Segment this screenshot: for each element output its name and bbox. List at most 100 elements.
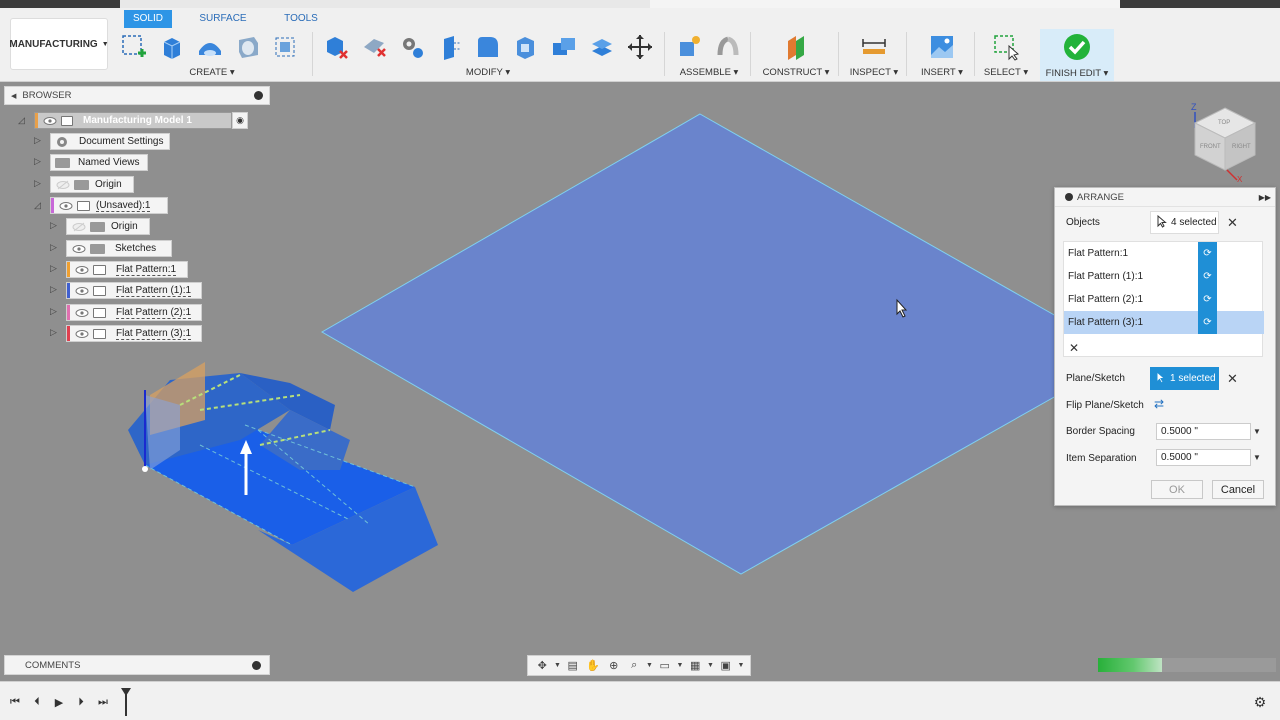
combine-icon[interactable] bbox=[548, 32, 579, 62]
construct-menu[interactable]: CONSTRUCT ▾ bbox=[758, 67, 834, 78]
eye-icon[interactable] bbox=[59, 201, 73, 211]
viewcube[interactable]: Z TOP FRONT RIGHT X bbox=[1185, 98, 1260, 184]
comments-panel[interactable]: COMMENTS bbox=[4, 655, 270, 675]
clear-objects-icon[interactable]: ✕ bbox=[1227, 216, 1238, 229]
objects-selector[interactable]: 4 selected bbox=[1150, 211, 1219, 234]
add-comment-icon[interactable] bbox=[252, 661, 261, 670]
eye-icon[interactable] bbox=[72, 244, 86, 254]
chevron-down-icon[interactable]: ▼ bbox=[738, 658, 745, 673]
display-settings-icon[interactable]: ▭ bbox=[657, 658, 674, 673]
expand-triangle-icon[interactable]: ▷ bbox=[50, 263, 57, 274]
go-to-start-icon[interactable]: ⏮ bbox=[9, 696, 21, 708]
eye-hidden-icon[interactable] bbox=[72, 222, 86, 232]
timeline-marker-head[interactable] bbox=[121, 688, 131, 696]
eye-icon[interactable] bbox=[75, 265, 89, 275]
rotate-icon[interactable]: ⟳ bbox=[1198, 242, 1217, 265]
delete-face-icon[interactable] bbox=[320, 32, 351, 62]
document-tab[interactable] bbox=[120, 0, 650, 8]
ok-button[interactable]: OK bbox=[1151, 480, 1203, 499]
activate-radio-icon[interactable]: ◉ bbox=[232, 112, 248, 129]
create-sketch-icon[interactable] bbox=[118, 32, 149, 62]
go-to-end-icon[interactable]: ⏭ bbox=[97, 696, 109, 708]
expand-triangle-icon[interactable]: ▷ bbox=[34, 178, 41, 189]
browser-header[interactable]: ◀ BROWSER bbox=[4, 86, 270, 105]
object-row[interactable]: Flat Pattern:1 ⟳ bbox=[1064, 242, 1264, 265]
params-icon[interactable] bbox=[396, 32, 427, 62]
cancel-button[interactable]: Cancel bbox=[1212, 480, 1264, 499]
step-forward-icon[interactable]: ⏵ bbox=[75, 696, 87, 708]
expand-triangle-icon[interactable]: ▷ bbox=[50, 242, 57, 253]
plane-sketch-selector[interactable]: 1 selected bbox=[1150, 367, 1219, 390]
expand-dialog-icon[interactable]: ▶▶ bbox=[1259, 193, 1271, 202]
flip-icon[interactable]: ⇄ bbox=[1154, 397, 1168, 413]
rotate-icon[interactable]: ⟳ bbox=[1198, 265, 1217, 288]
eye-icon[interactable] bbox=[75, 329, 89, 339]
create-menu[interactable]: CREATE ▾ bbox=[118, 67, 306, 78]
play-icon[interactable]: ▶ bbox=[53, 696, 65, 709]
finish-edit-button[interactable]: FINISH EDIT ▾ bbox=[1040, 29, 1114, 81]
orbit-icon[interactable]: ✥ bbox=[534, 658, 551, 673]
step-back-icon[interactable]: ⏴ bbox=[31, 696, 43, 708]
fit-icon[interactable]: ⌕ bbox=[626, 658, 643, 673]
expand-triangle-icon[interactable]: ▷ bbox=[50, 306, 57, 317]
chevron-down-icon[interactable]: ▼ bbox=[1253, 427, 1261, 436]
chevron-down-icon[interactable]: ▼ bbox=[1253, 453, 1261, 462]
loft-icon[interactable] bbox=[270, 32, 301, 62]
collapse-triangle-icon[interactable]: ◿ bbox=[18, 115, 25, 126]
eye-icon[interactable] bbox=[75, 308, 89, 318]
clear-plane-icon[interactable]: ✕ bbox=[1227, 372, 1238, 385]
scale-icon[interactable] bbox=[586, 32, 617, 62]
joint-icon[interactable] bbox=[713, 32, 744, 62]
expand-triangle-icon[interactable]: ▷ bbox=[34, 135, 41, 146]
pan-icon[interactable]: ✋ bbox=[585, 658, 602, 673]
arrange-plane[interactable] bbox=[320, 113, 1057, 575]
offset-plane-icon[interactable] bbox=[781, 32, 812, 62]
select-menu[interactable]: SELECT ▾ bbox=[978, 67, 1034, 78]
revolve-icon[interactable] bbox=[194, 32, 225, 62]
expand-triangle-icon[interactable]: ▷ bbox=[50, 284, 57, 295]
flat-patterns[interactable] bbox=[128, 362, 438, 592]
tab-surface[interactable]: SURFACE bbox=[196, 10, 250, 28]
collapse-icon[interactable]: ◀ bbox=[11, 92, 16, 100]
chevron-down-icon[interactable]: ▼ bbox=[554, 658, 561, 673]
shell-icon[interactable] bbox=[434, 32, 465, 62]
chevron-down-icon[interactable]: ▼ bbox=[646, 658, 653, 673]
dialog-collapse-icon[interactable] bbox=[1065, 193, 1073, 201]
workspace-switcher[interactable]: MANUFACTURING ▼ bbox=[9, 18, 109, 70]
tab-tools[interactable]: TOOLS bbox=[278, 10, 324, 28]
pin-icon[interactable] bbox=[254, 91, 263, 100]
inspect-menu[interactable]: INSPECT ▾ bbox=[846, 67, 902, 78]
modify-menu[interactable]: MODIFY ▾ bbox=[320, 67, 656, 78]
split-face-icon[interactable] bbox=[358, 32, 389, 62]
chevron-down-icon[interactable]: ▼ bbox=[707, 658, 714, 673]
expand-triangle-icon[interactable]: ▷ bbox=[50, 327, 57, 338]
insert-image-icon[interactable] bbox=[927, 32, 958, 62]
rotate-icon[interactable]: ⟳ bbox=[1198, 311, 1217, 334]
chamfer-icon[interactable] bbox=[510, 32, 541, 62]
timeline-settings-icon[interactable]: ⚙ bbox=[1254, 694, 1267, 710]
object-row-selected[interactable]: Flat Pattern (3):1 ⟳ bbox=[1064, 311, 1264, 334]
new-component-icon[interactable] bbox=[675, 32, 706, 62]
document-tab-2[interactable] bbox=[650, 0, 1120, 8]
extrude-icon[interactable] bbox=[156, 32, 187, 62]
grid-icon[interactable]: ▦ bbox=[687, 658, 704, 673]
fillet-icon[interactable] bbox=[472, 32, 503, 62]
remove-object-icon[interactable]: ✕ bbox=[1069, 342, 1079, 355]
measure-icon[interactable] bbox=[859, 32, 890, 62]
insert-menu[interactable]: INSERT ▾ bbox=[914, 67, 970, 78]
eye-icon[interactable] bbox=[75, 286, 89, 296]
dialog-header[interactable]: ARRANGE ▶▶ bbox=[1055, 188, 1275, 207]
tab-solid[interactable]: SOLID bbox=[124, 10, 172, 28]
expand-triangle-icon[interactable]: ▷ bbox=[34, 156, 41, 167]
assemble-menu[interactable]: ASSEMBLE ▾ bbox=[672, 67, 746, 78]
eye-icon[interactable] bbox=[43, 116, 57, 126]
expand-triangle-icon[interactable]: ▷ bbox=[50, 220, 57, 231]
border-spacing-input[interactable]: 0.5000 " bbox=[1156, 423, 1251, 440]
chevron-down-icon[interactable]: ▼ bbox=[677, 658, 684, 673]
window-select-icon[interactable] bbox=[991, 32, 1022, 62]
eye-hidden-icon[interactable] bbox=[56, 180, 70, 190]
move-icon[interactable] bbox=[624, 32, 655, 62]
collapse-triangle-icon[interactable]: ◿ bbox=[34, 200, 41, 211]
object-row[interactable]: Flat Pattern (1):1 ⟳ bbox=[1064, 265, 1264, 288]
object-row[interactable]: Flat Pattern (2):1 ⟳ bbox=[1064, 288, 1264, 311]
